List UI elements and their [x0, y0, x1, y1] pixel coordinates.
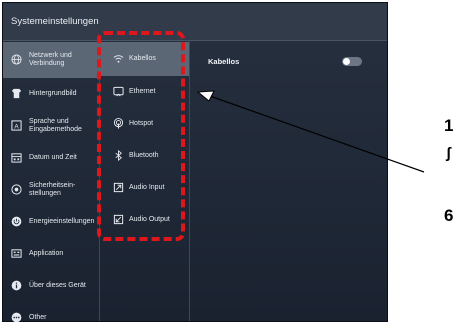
annotation-number-1: 1 [444, 116, 454, 135]
annotation-arrow [196, 90, 425, 173]
annotation-squiggle: ʃ [446, 145, 451, 162]
annotation-number-6: 6 [444, 206, 454, 225]
